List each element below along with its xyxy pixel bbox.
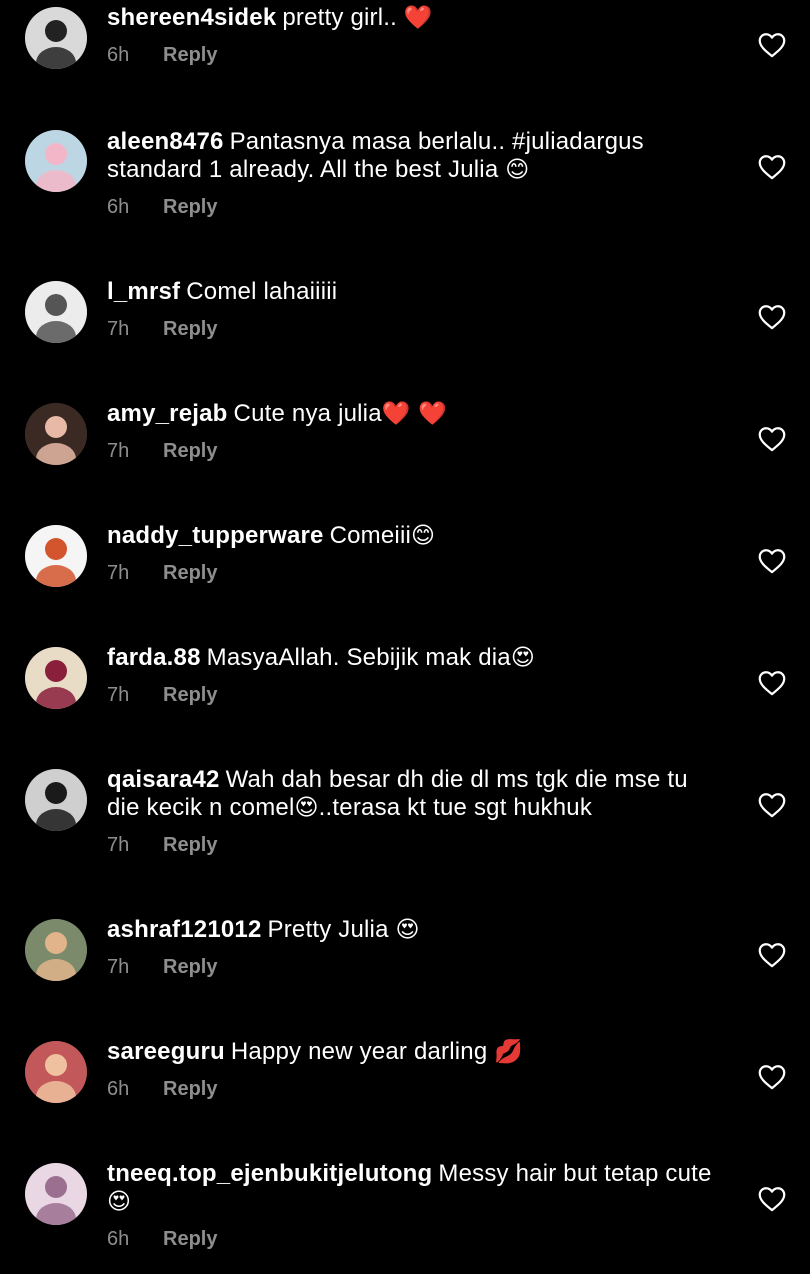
like-heart-icon[interactable] <box>758 548 786 574</box>
emoji: 😊 <box>411 523 436 549</box>
comment-text: farda.88 MasyaAllah. Sebijik mak dia😍 <box>107 644 727 672</box>
comment-body: shereen4sidek pretty girl.. ❤️ 6h Reply <box>107 4 727 70</box>
emoji: ❤️ ❤️ <box>381 401 447 427</box>
comment-body: tneeq.top_ejenbukitjelutong Messy hair bu… <box>107 1160 727 1254</box>
comment-meta: 6h Reply <box>107 196 727 222</box>
username-link[interactable]: amy_rejab <box>107 400 228 427</box>
comment-meta: 6h Reply <box>107 1228 727 1254</box>
avatar[interactable] <box>25 647 87 709</box>
comment-meta: 7h Reply <box>107 684 727 710</box>
comment-message: Messy hair but tetap cute <box>438 1160 712 1187</box>
comment-text: shereen4sidek pretty girl.. ❤️ <box>107 4 727 32</box>
username-link[interactable]: l_mrsf <box>107 278 180 305</box>
comment-body: ashraf121012 Pretty Julia 😍 7h Reply <box>107 916 727 982</box>
reply-button[interactable]: Reply <box>163 834 217 856</box>
timestamp: 6h <box>107 1078 130 1100</box>
emoji: 😊 <box>505 157 530 183</box>
avatar[interactable] <box>25 525 87 587</box>
comments-list: shereen4sidek pretty girl.. ❤️ 6h Reply alee… <box>0 0 810 1274</box>
timestamp: 7h <box>107 834 130 856</box>
comment-body: aleen8476 Pantasnya masa berlalu.. #julia… <box>107 128 727 222</box>
like-heart-icon[interactable] <box>758 942 786 968</box>
timestamp: 7h <box>107 440 130 462</box>
emoji: 😍 <box>294 795 319 821</box>
timestamp: 6h <box>107 196 130 218</box>
reply-button[interactable]: Reply <box>163 318 217 340</box>
username-link[interactable]: qaisara42 <box>107 766 220 793</box>
comment-body: qaisara42 Wah dah besar dh die dl ms tgk … <box>107 766 727 860</box>
like-heart-icon[interactable] <box>758 670 786 696</box>
reply-button[interactable]: Reply <box>163 1078 217 1100</box>
avatar[interactable] <box>25 130 87 192</box>
avatar[interactable] <box>25 769 87 831</box>
username-link[interactable]: farda.88 <box>107 644 201 671</box>
reply-button[interactable]: Reply <box>163 196 217 218</box>
like-heart-icon[interactable] <box>758 1186 786 1212</box>
username-link[interactable]: shereen4sidek <box>107 4 276 31</box>
like-heart-icon[interactable] <box>758 32 786 58</box>
like-heart-icon[interactable] <box>758 1064 786 1090</box>
comment-message: Cute nya julia <box>233 400 382 427</box>
avatar[interactable] <box>25 403 87 465</box>
timestamp: 7h <box>107 956 130 978</box>
like-heart-icon[interactable] <box>758 426 786 452</box>
comment-meta: 7h Reply <box>107 834 727 860</box>
comment-body: l_mrsf Comel lahaiiiii 7h Reply <box>107 278 727 344</box>
comment-message-continued: ..terasa kt tue sgt hukhuk <box>318 794 593 821</box>
emoji: ❤️ <box>403 5 433 31</box>
comment-text: l_mrsf Comel lahaiiiii <box>107 278 727 306</box>
comment-text: naddy_tupperware Comeiii😊 <box>107 522 727 550</box>
reply-button[interactable]: Reply <box>163 684 217 706</box>
avatar[interactable] <box>25 1041 87 1103</box>
comment-body: sareeguru Happy new year darling 💋 6h Reply <box>107 1038 727 1104</box>
like-heart-icon[interactable] <box>758 154 786 180</box>
avatar[interactable] <box>25 7 87 69</box>
comment-meta: 7h Reply <box>107 956 727 982</box>
username-link[interactable]: naddy_tupperware <box>107 522 324 549</box>
timestamp: 6h <box>107 44 130 66</box>
reply-button[interactable]: Reply <box>163 956 217 978</box>
comment-message: Comel lahaiiiii <box>186 278 338 305</box>
username-link[interactable]: aleen8476 <box>107 128 224 155</box>
comment-body: naddy_tupperware Comeiii😊 7h Reply <box>107 522 727 588</box>
avatar[interactable] <box>25 281 87 343</box>
comment-text: amy_rejab Cute nya julia❤️ ❤️ <box>107 400 727 428</box>
comment-body: amy_rejab Cute nya julia❤️ ❤️ 7h Reply <box>107 400 727 466</box>
timestamp: 7h <box>107 684 130 706</box>
comment-meta: 7h Reply <box>107 318 727 344</box>
comment-text: ashraf121012 Pretty Julia 😍 <box>107 916 727 944</box>
avatar[interactable] <box>25 919 87 981</box>
reply-button[interactable]: Reply <box>163 562 217 584</box>
like-heart-icon[interactable] <box>758 304 786 330</box>
emoji: 😍 <box>107 1189 132 1215</box>
like-heart-icon[interactable] <box>758 792 786 818</box>
comment-meta: 7h Reply <box>107 562 727 588</box>
emoji: 💋 <box>494 1039 524 1065</box>
comment-text: qaisara42 Wah dah besar dh die dl ms tgk … <box>107 766 727 822</box>
comment-text: tneeq.top_ejenbukitjelutong Messy hair bu… <box>107 1160 727 1216</box>
reply-button[interactable]: Reply <box>163 440 217 462</box>
comment-meta: 6h Reply <box>107 44 727 70</box>
comment-text: aleen8476 Pantasnya masa berlalu.. #julia… <box>107 128 727 184</box>
comment-message: Happy new year darling <box>230 1038 495 1065</box>
timestamp: 7h <box>107 562 130 584</box>
comment-message: pretty girl.. <box>282 4 404 31</box>
comment-message: MasyaAllah. Sebijik mak dia <box>206 644 511 671</box>
timestamp: 7h <box>107 318 130 340</box>
avatar[interactable] <box>25 1163 87 1225</box>
username-link[interactable]: sareeguru <box>107 1038 225 1065</box>
comment-meta: 6h Reply <box>107 1078 727 1104</box>
comment-text: sareeguru Happy new year darling 💋 <box>107 1038 727 1066</box>
comment-message: Comeiii <box>329 522 412 549</box>
comment-meta: 7h Reply <box>107 440 727 466</box>
username-link[interactable]: ashraf121012 <box>107 916 262 943</box>
emoji: 😍 <box>510 645 536 671</box>
timestamp: 6h <box>107 1228 130 1250</box>
comment-message: Pretty Julia <box>267 916 396 943</box>
reply-button[interactable]: Reply <box>163 1228 217 1250</box>
emoji: 😍 <box>395 917 420 943</box>
reply-button[interactable]: Reply <box>163 44 217 66</box>
comment-body: farda.88 MasyaAllah. Sebijik mak dia😍 7h Re… <box>107 644 727 710</box>
username-link[interactable]: tneeq.top_ejenbukitjelutong <box>107 1160 432 1187</box>
